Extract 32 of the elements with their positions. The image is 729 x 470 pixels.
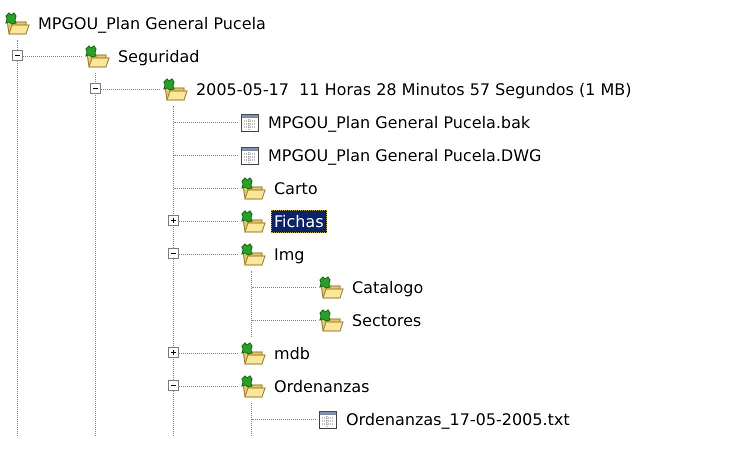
tree-item[interactable]: Img	[271, 243, 308, 266]
tree-item[interactable]: 2005-05-17 11 Horas 28 Minutos 57 Segundos (1 MB)	[193, 78, 634, 101]
folder-icon	[162, 78, 188, 102]
collapse-toggle[interactable]	[12, 50, 23, 60]
tree-item[interactable]: Seguridad	[115, 45, 202, 68]
tree-item[interactable]: MPGOU_Plan General Pucela.DWG	[265, 144, 544, 167]
folder-icon	[240, 210, 266, 234]
tree-item[interactable]: Ordenanzas_17-05-2005.txt	[343, 408, 573, 431]
folder-icon	[318, 308, 344, 332]
folder-icon	[240, 342, 266, 366]
folder-icon	[240, 374, 266, 398]
tree-item[interactable]: MPGOU_Plan General Pucela	[35, 12, 269, 35]
tree-item[interactable]: mdb	[271, 342, 313, 365]
document-icon	[240, 112, 260, 132]
tree-item[interactable]: MPGOU_Plan General Pucela.bak	[265, 111, 534, 134]
folder-icon	[84, 44, 110, 68]
tree-item[interactable]: Carto	[271, 177, 321, 200]
tree-item[interactable]: Ordenanzas	[271, 375, 373, 398]
expand-toggle[interactable]	[168, 346, 179, 358]
document-icon	[240, 146, 260, 166]
document-icon	[318, 410, 338, 430]
collapse-toggle[interactable]	[168, 248, 179, 258]
folder-icon	[318, 276, 344, 300]
collapse-toggle[interactable]	[90, 82, 101, 94]
collapse-toggle[interactable]	[168, 380, 179, 390]
folder-icon	[240, 242, 266, 266]
expand-toggle[interactable]	[168, 214, 179, 226]
tree-item[interactable]: Sectores	[349, 309, 424, 332]
folder-icon	[240, 176, 266, 200]
folder-icon	[4, 12, 30, 36]
tree-item[interactable]: Fichas	[271, 210, 327, 233]
tree-item[interactable]: Catalogo	[349, 276, 426, 299]
